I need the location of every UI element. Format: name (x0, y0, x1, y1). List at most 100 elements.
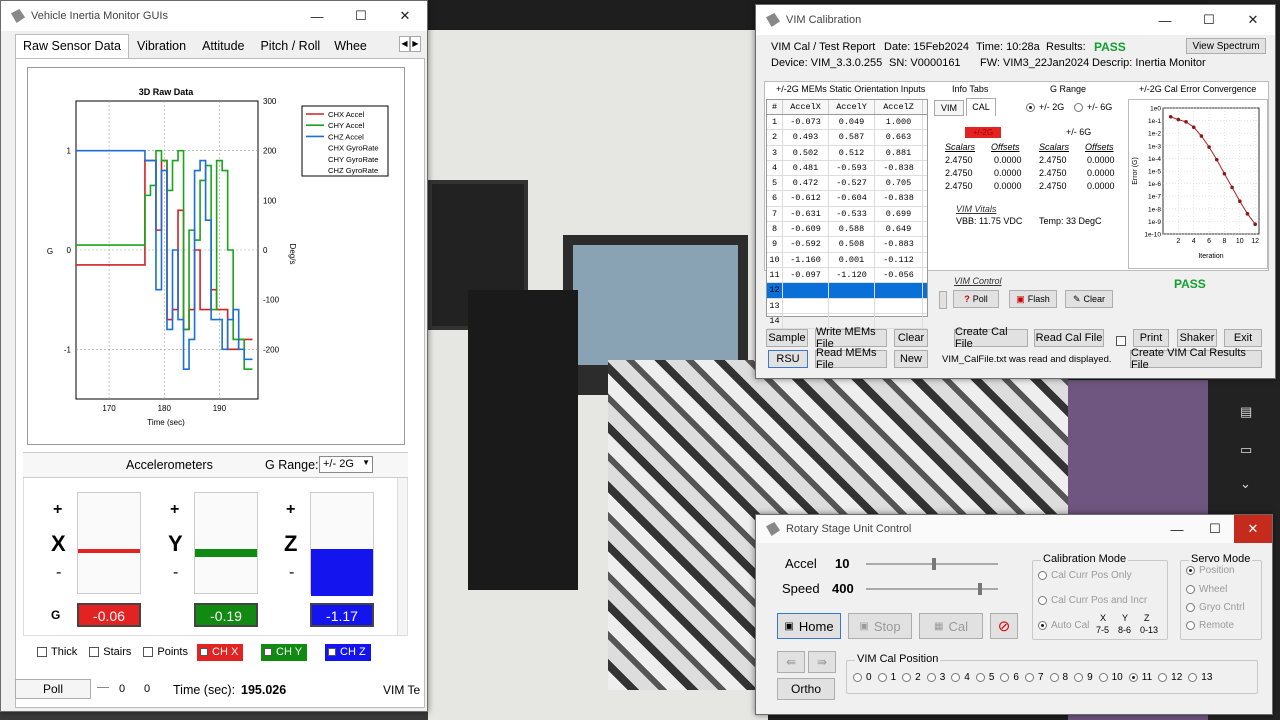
rsu-titlebar[interactable]: Rotary Stage Unit Control — ☐ ✕ (756, 515, 1272, 543)
home-button[interactable]: ▣ Home (777, 613, 841, 639)
cal-position-4[interactable]: 4 (951, 672, 970, 683)
thick-checkbox[interactable]: Thick (37, 646, 77, 658)
table-row[interactable]: 1 -0.073 0.049 1.000 (767, 115, 927, 131)
cal-position-0[interactable]: 0 (853, 672, 872, 683)
cal-position-8[interactable]: 8 (1049, 672, 1068, 683)
rsu-button[interactable]: RSU (768, 350, 808, 368)
new-button[interactable]: New (894, 350, 928, 368)
view-spectrum-button[interactable]: View Spectrum (1186, 38, 1266, 54)
close-button[interactable]: ✕ (1231, 5, 1275, 35)
cal-position-6[interactable]: 6 (1000, 672, 1019, 683)
table-row[interactable]: 4 0.481 -0.593 -0.838 (767, 160, 927, 177)
info-tab-vim[interactable]: VIM (934, 100, 964, 116)
table-row[interactable]: 13 (767, 298, 927, 314)
create-results-file-button[interactable]: Create VIM Cal Results File (1130, 347, 1262, 371)
chevron-down-icon[interactable]: ⌄ (1240, 476, 1251, 492)
tab-raw-sensor-data[interactable]: Raw Sensor Data (15, 34, 129, 59)
g-range-select[interactable]: +/- 2G ▼ (319, 456, 373, 473)
table-row[interactable]: 3 0.502 0.512 0.881 (767, 145, 927, 161)
table-row[interactable]: 11 -0.097 -1.120 -0.056 (767, 267, 927, 284)
minimize-button[interactable]: — (1143, 5, 1187, 35)
document-icon[interactable]: ▤ (1240, 404, 1252, 420)
cal-position-5[interactable]: 5 (975, 672, 994, 683)
chz-toggle[interactable]: CH Z (325, 644, 371, 661)
table-row[interactable]: 6 -0.612 -0.604 -0.838 (767, 191, 927, 207)
stairs-checkbox[interactable]: Stairs (89, 646, 131, 658)
cal-position-2[interactable]: 2 (902, 672, 921, 683)
chat-icon[interactable]: ▭ (1240, 442, 1252, 458)
close-button[interactable]: ✕ (383, 1, 427, 31)
tab-pitch-roll[interactable]: Pitch / Roll (252, 34, 328, 58)
tab-scroll-right-icon[interactable]: ▶ (410, 36, 421, 52)
write-mems-button[interactable]: Write MEMs File (815, 326, 887, 350)
vim-clear-button[interactable]: ✎ Clear (1065, 290, 1113, 308)
table-cell: 8 (767, 222, 783, 237)
table-row[interactable]: 10 -1.160 0.001 -0.112 (767, 252, 927, 268)
table-row[interactable]: 5 0.472 -0.527 0.705 (767, 176, 927, 192)
servo-position-option[interactable]: Position (1186, 565, 1235, 576)
clear-button[interactable]: Clear (894, 329, 928, 347)
read-mems-button[interactable]: Read MEMs File (815, 347, 887, 371)
abort-button[interactable]: ⊘ (990, 613, 1018, 639)
g-range-2g-radio[interactable]: +/- 2G (1026, 102, 1064, 113)
accel-slider-thumb[interactable] (932, 558, 936, 570)
servo-wheel-option[interactable]: Wheel (1186, 584, 1227, 595)
servo-remote-option[interactable]: Remote (1186, 620, 1234, 631)
cal-position-12[interactable]: 12 (1158, 672, 1182, 683)
maximize-button[interactable]: ☐ (1187, 5, 1231, 35)
vim-poll-button[interactable]: ? Poll (953, 290, 999, 308)
accel-panel-scrollbar[interactable] (397, 478, 407, 635)
cal-position-1[interactable]: 1 (877, 672, 896, 683)
maximize-button[interactable]: ☐ (339, 1, 383, 31)
control-toggle[interactable] (939, 291, 947, 309)
g-range-6g-radio[interactable]: +/- 6G (1074, 102, 1112, 113)
poll-button[interactable]: Poll (15, 679, 91, 699)
chx-toggle[interactable]: CH X (197, 644, 243, 661)
speed-slider-thumb[interactable] (978, 583, 982, 595)
close-button[interactable]: ✕ (1234, 515, 1272, 543)
sample-button[interactable]: Sample (766, 329, 808, 347)
cal-mode-option-3[interactable]: Auto Cal (1038, 620, 1089, 631)
ortho-button[interactable]: Ortho (777, 678, 835, 700)
speed-slider[interactable] (866, 583, 998, 595)
points-checkbox[interactable]: Points (143, 646, 188, 658)
table-row[interactable]: 9 -0.592 0.508 -0.883 (767, 237, 927, 253)
table-row[interactable]: 8 -0.609 0.588 0.649 (767, 222, 927, 238)
cal-mode-option-1[interactable]: Cal Curr Pos Only (1038, 570, 1132, 581)
rotate-left-button[interactable]: ⇚ (777, 651, 805, 673)
cal-position-9[interactable]: 9 (1074, 672, 1093, 683)
minimize-button[interactable]: — (295, 1, 339, 31)
static-inputs-table[interactable]: # AccelX AccelY AccelZ 1 -0.073 0.049 1.000 2 0.4… (766, 99, 928, 330)
cal-button[interactable]: ▦ Cal (919, 613, 983, 639)
shaker-button[interactable]: Shaker (1177, 329, 1217, 347)
create-cal-file-button[interactable]: Create Cal File (954, 326, 1028, 350)
table-row[interactable]: 7 -0.631 -0.533 0.699 (767, 206, 927, 223)
cal-titlebar[interactable]: VIM Calibration — ☐ ✕ (756, 5, 1275, 35)
table-row[interactable]: 12 (767, 283, 927, 299)
tab-vibration[interactable]: Vibration (129, 34, 194, 58)
cal-position-10[interactable]: 10 (1098, 672, 1123, 683)
info-tab-cal[interactable]: CAL (966, 98, 996, 116)
exit-button[interactable]: Exit (1224, 329, 1262, 347)
accel-slider[interactable] (866, 558, 998, 570)
maximize-button[interactable]: ☐ (1196, 515, 1234, 543)
vim-gui-titlebar[interactable]: Vehicle Inertia Monitor GUIs — ☐ ✕ (1, 1, 427, 31)
servo-gyro-option[interactable]: Gryo Cntrl (1186, 602, 1245, 613)
cal-position-7[interactable]: 7 (1024, 672, 1044, 683)
cal-position-13[interactable]: 13 (1188, 672, 1212, 683)
rotate-right-button[interactable]: ⇛ (808, 651, 836, 673)
cal-position-3[interactable]: 3 (926, 672, 945, 683)
minimize-button[interactable]: — (1158, 515, 1196, 543)
flash-button[interactable]: ▣ Flash (1009, 290, 1057, 308)
cal-position-11[interactable]: 11 (1128, 672, 1152, 683)
table-row[interactable]: 2 0.493 0.587 0.663 (767, 130, 927, 146)
print-button[interactable]: Print (1133, 329, 1169, 347)
tab-wheel[interactable]: Whee (328, 34, 373, 58)
chy-toggle[interactable]: CH Y (261, 644, 307, 661)
print-checkbox[interactable] (1116, 333, 1130, 347)
tab-scroll-left-icon[interactable]: ◀ (399, 36, 410, 52)
cal-mode-option-2[interactable]: Cal Curr Pos and Incr (1038, 595, 1147, 606)
tab-attitude[interactable]: Attitude (194, 34, 252, 58)
stop-button[interactable]: ▣ Stop (848, 613, 912, 639)
read-cal-file-button[interactable]: Read Cal File (1034, 329, 1104, 347)
